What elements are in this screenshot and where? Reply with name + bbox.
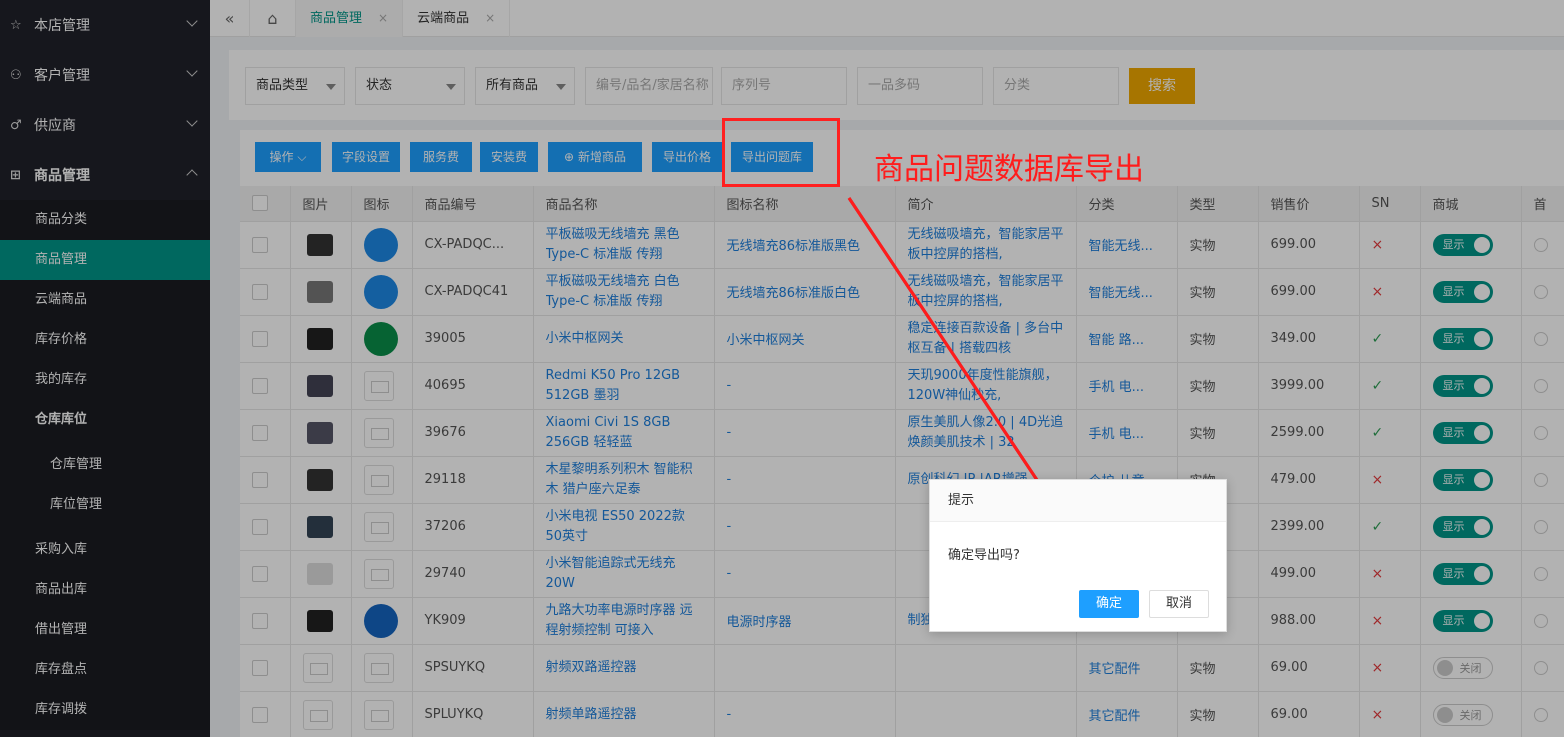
dialog-title: 提示 [930,480,1226,522]
annotation-text: 商品问题数据库导出 [874,152,1144,187]
confirm-ok-button[interactable]: 确定 [1079,590,1139,618]
confirm-cancel-button[interactable]: 取消 [1149,590,1209,618]
highlight-box [722,118,840,187]
dialog-message: 确定导出吗? [948,548,1020,563]
modal-mask[interactable] [0,0,1564,737]
confirm-dialog: 提示 确定导出吗? 确定 取消 [929,479,1227,632]
